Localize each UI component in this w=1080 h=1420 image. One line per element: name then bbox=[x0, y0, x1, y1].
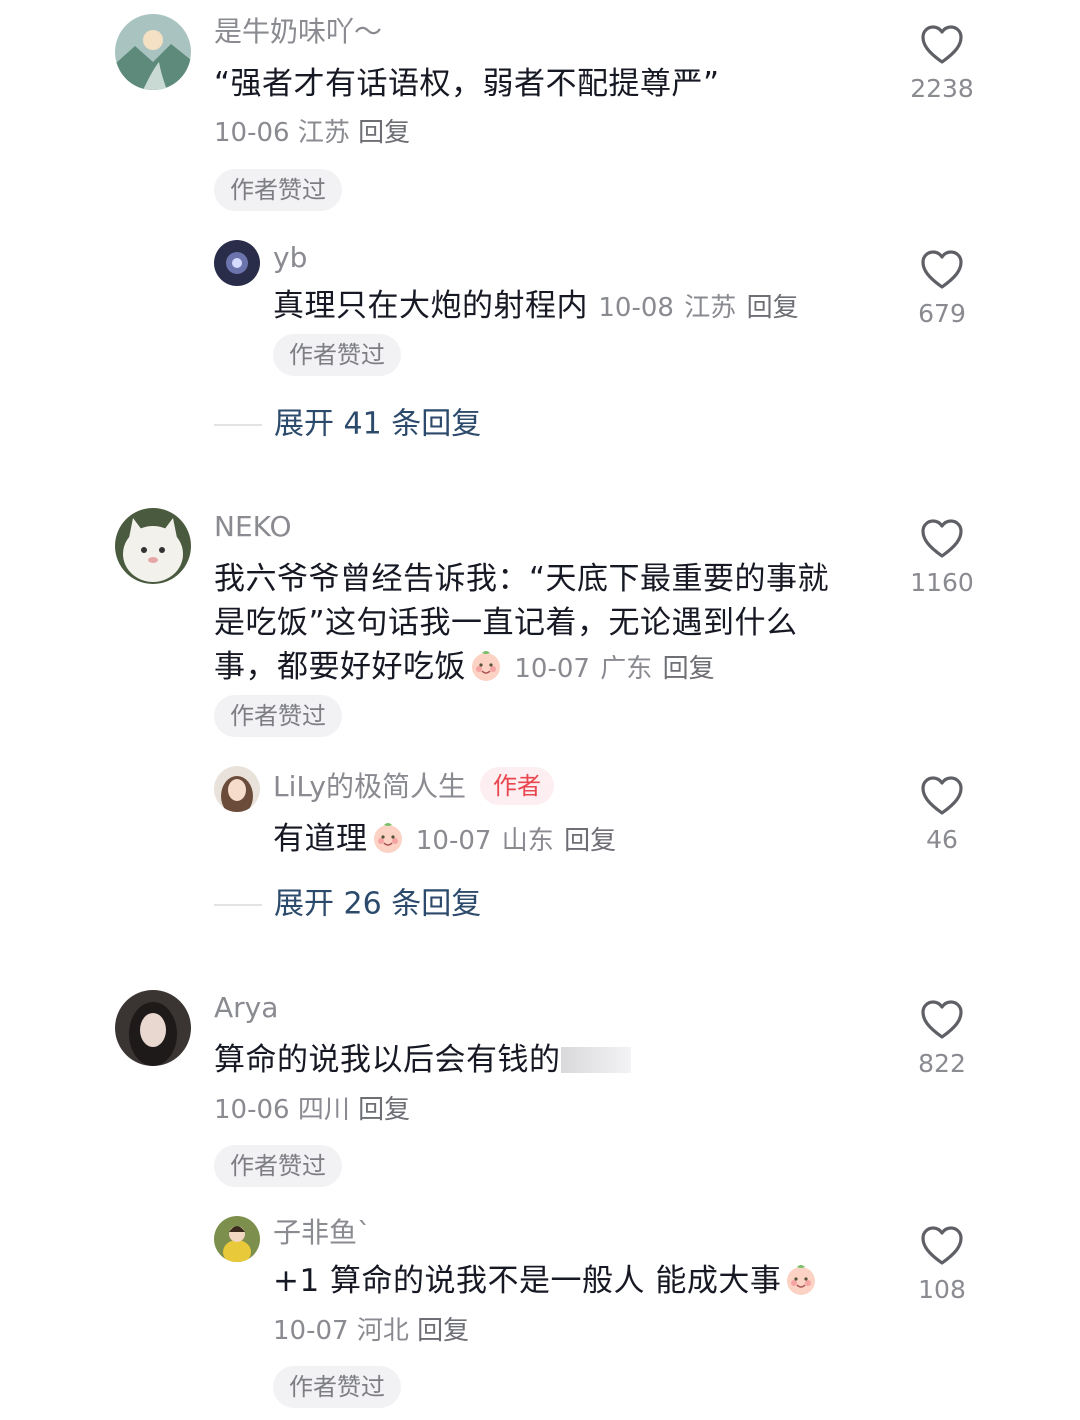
like-count: 822 bbox=[918, 1049, 966, 1078]
reply-username-row: LiLy的极简人生 作者 bbox=[273, 767, 554, 805]
comment-date: 10-07 bbox=[514, 654, 590, 684]
reply-button[interactable]: 回复 bbox=[663, 654, 715, 684]
avatar[interactable] bbox=[115, 14, 191, 90]
comment-location: 四川 bbox=[297, 1095, 350, 1125]
reply-username[interactable]: LiLy的极简人生 bbox=[273, 770, 466, 803]
reply-username[interactable]: 子非鱼` bbox=[273, 1215, 371, 1251]
heart-outline-icon bbox=[920, 249, 964, 291]
comment-username[interactable]: Arya bbox=[214, 990, 278, 1026]
reply-text-body: 有道理 bbox=[273, 821, 368, 857]
comment-text: 算命的说我以后会有钱的 bbox=[214, 1038, 854, 1082]
heart-outline-icon bbox=[920, 1225, 964, 1267]
author-liked-badge: 作者赞过 bbox=[273, 334, 401, 376]
comment-location: 江苏 bbox=[297, 118, 350, 148]
like-button[interactable]: 1160 bbox=[902, 518, 982, 598]
comment-meta: 10-06 四川 回复 bbox=[214, 1093, 410, 1127]
reply-button[interactable]: 回复 bbox=[417, 1316, 469, 1346]
reply-button[interactable]: 回复 bbox=[747, 293, 799, 323]
thinking-face-emoji bbox=[370, 819, 406, 855]
expand-replies-label: 展开 41 条回复 bbox=[274, 406, 482, 442]
reply-text-body: +1 算命的说我不是一般人 能成大事 bbox=[273, 1263, 782, 1299]
reply-button[interactable]: 回复 bbox=[358, 1095, 410, 1125]
expand-replies-button[interactable]: 展开 41 条回复 bbox=[214, 404, 481, 444]
heart-outline-icon bbox=[920, 775, 964, 817]
like-count: 46 bbox=[926, 825, 958, 854]
comment-text-body: 算命的说我以后会有钱的 bbox=[214, 1042, 561, 1078]
like-count: 108 bbox=[918, 1275, 966, 1304]
avatar[interactable] bbox=[214, 240, 260, 286]
like-button[interactable]: 108 bbox=[902, 1225, 982, 1305]
reply-location: 江苏 bbox=[684, 293, 737, 323]
avatar[interactable] bbox=[115, 990, 191, 1066]
expand-replies-button[interactable]: 展开 26 条回复 bbox=[214, 884, 481, 924]
like-button[interactable]: 2238 bbox=[902, 24, 982, 104]
avatar[interactable] bbox=[214, 1216, 260, 1262]
smile-face-emoji bbox=[468, 647, 504, 683]
comment-username[interactable]: NEKO bbox=[214, 509, 292, 545]
heart-outline-icon bbox=[920, 999, 964, 1041]
reply-button[interactable]: 回复 bbox=[358, 118, 410, 148]
comment-location: 广东 bbox=[600, 654, 653, 684]
comment-text: “强者才有话语权，弱者不配提尊严” bbox=[214, 66, 720, 102]
like-button[interactable]: 46 bbox=[902, 775, 982, 855]
like-count: 2238 bbox=[910, 74, 974, 103]
avatar[interactable] bbox=[214, 766, 260, 812]
comment-text: 我六爷爷曾经告诉我：“天底下最重要的事就是吃饭”这句话我一直记着，无论遇到什么事… bbox=[214, 557, 854, 691]
author-liked-badge: 作者赞过 bbox=[214, 695, 342, 737]
divider bbox=[214, 903, 262, 906]
comment-date: 10-06 bbox=[214, 118, 290, 148]
laugh-cry-face-emoji bbox=[783, 1261, 819, 1297]
comment-meta: 10-06 江苏 回复 bbox=[214, 116, 410, 150]
divider bbox=[214, 423, 262, 426]
reply-text: 真理只在大炮的射程内 10-08 江苏 回复 bbox=[273, 284, 853, 330]
expand-replies-label: 展开 26 条回复 bbox=[274, 886, 482, 922]
like-button[interactable]: 822 bbox=[902, 999, 982, 1079]
author-liked-badge: 作者赞过 bbox=[214, 169, 342, 211]
reply-date: 10-07 bbox=[415, 826, 492, 856]
blurred-region bbox=[560, 1047, 631, 1073]
comment-username[interactable]: 是牛奶味吖～ bbox=[214, 14, 382, 50]
reply-location: 河北 bbox=[356, 1316, 409, 1346]
author-liked-badge: 作者赞过 bbox=[214, 1145, 342, 1187]
reply-location: 山东 bbox=[501, 826, 554, 856]
reply-date: 10-08 bbox=[598, 293, 674, 323]
author-tag: 作者 bbox=[479, 767, 554, 805]
reply-text-body: 真理只在大炮的射程内 bbox=[273, 288, 588, 324]
reply-text: 有道理 10-07 山东 回复 bbox=[273, 817, 853, 863]
comment-date: 10-06 bbox=[214, 1095, 290, 1125]
reply-text: +1 算命的说我不是一般人 能成大事 bbox=[273, 1259, 873, 1303]
like-count: 1160 bbox=[910, 568, 974, 597]
like-button[interactable]: 679 bbox=[902, 249, 982, 329]
author-liked-badge: 作者赞过 bbox=[273, 1366, 401, 1408]
reply-meta: 10-07 河北 回复 bbox=[273, 1314, 469, 1348]
avatar[interactable] bbox=[115, 508, 191, 584]
reply-username[interactable]: yb bbox=[273, 240, 307, 276]
reply-button[interactable]: 回复 bbox=[564, 826, 616, 856]
like-count: 679 bbox=[918, 299, 966, 328]
reply-date: 10-07 bbox=[273, 1316, 349, 1346]
heart-outline-icon bbox=[920, 518, 964, 560]
heart-outline-icon bbox=[920, 24, 964, 66]
